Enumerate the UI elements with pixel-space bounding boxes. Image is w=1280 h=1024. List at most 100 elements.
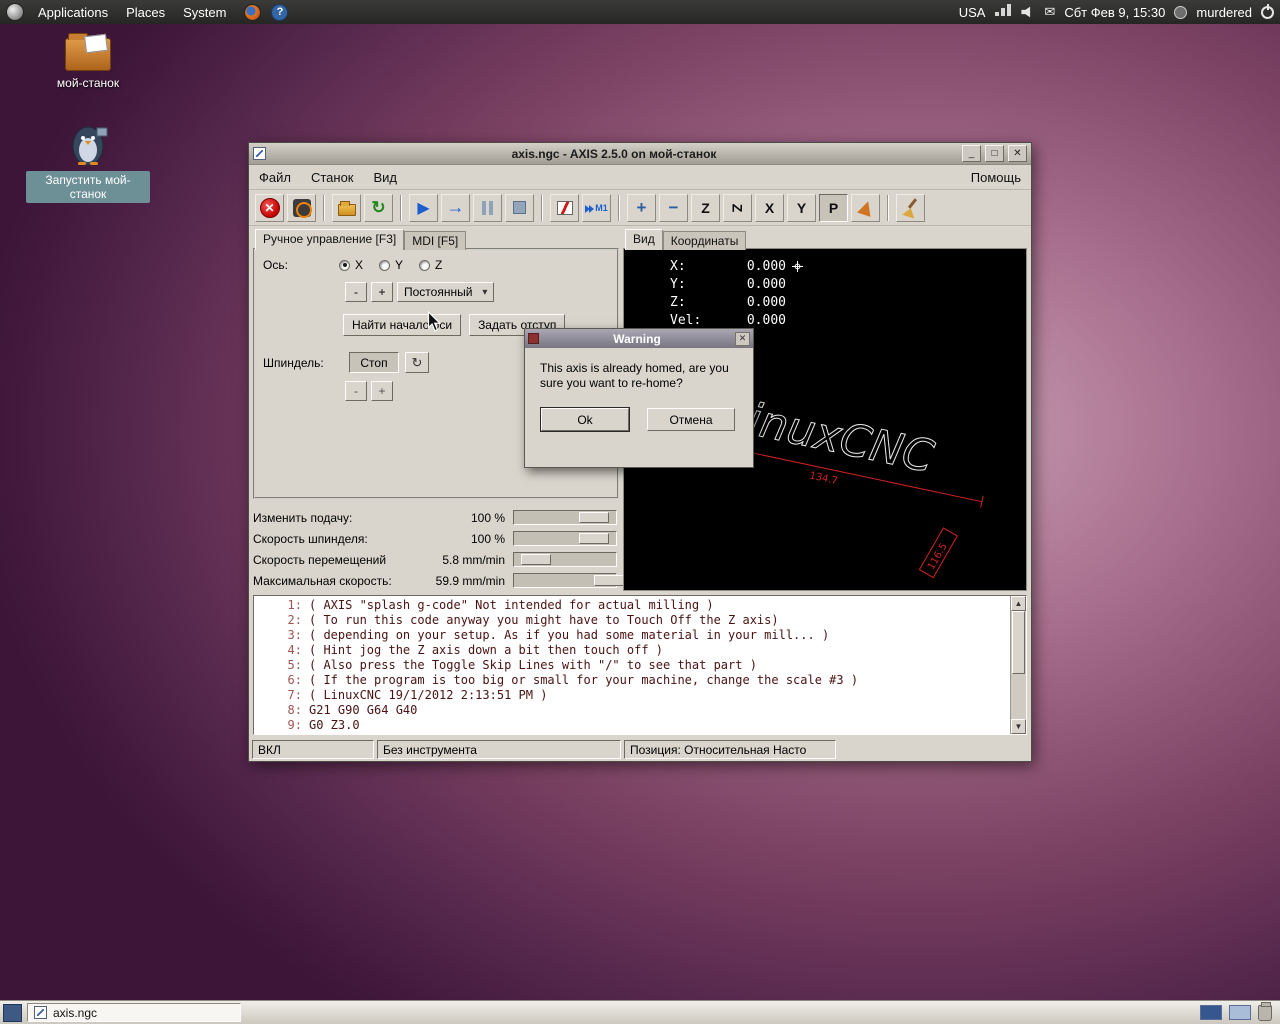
pause-button[interactable] (473, 193, 502, 222)
feed-override-slider[interactable] (513, 510, 617, 525)
top-panel: Applications Places System ? USA ✉ Сбт Ф… (0, 0, 1280, 24)
toggle-skip-lines-button[interactable] (550, 193, 579, 222)
gcode-line: 1: ( AXIS "splash g-code" Not intended fo… (254, 598, 1010, 613)
run-button[interactable]: ▶ (409, 193, 438, 222)
close-button[interactable]: ✕ (1008, 145, 1027, 162)
toggle-optional-pause-button[interactable]: M1 (582, 193, 611, 222)
max-velocity-slider[interactable] (513, 573, 624, 588)
estop-button[interactable]: ✕ (255, 193, 284, 222)
menu-system[interactable]: System (179, 5, 230, 20)
dro-vel-value: 0.000 (746, 312, 786, 328)
view-z-rotated-button[interactable]: Z (723, 193, 752, 222)
jog-minus-button[interactable]: - (345, 282, 367, 302)
desktop-icon-launch-moy-stanok[interactable]: Запустить мой-станок (26, 124, 150, 203)
axis-label: Ось: (263, 258, 288, 272)
warning-dialog: Warning ✕ This axis is already homed, ar… (524, 328, 754, 468)
menu-file[interactable]: Файл (259, 170, 291, 185)
view-z-button[interactable]: Z (691, 193, 720, 222)
menu-view[interactable]: Вид (374, 170, 398, 185)
axis-z-radio[interactable]: Z (419, 258, 442, 272)
spindle-stop-button[interactable]: Стоп (349, 352, 399, 373)
menu-places[interactable]: Places (122, 5, 169, 20)
ok-button[interactable]: Ok (541, 408, 629, 431)
desktop-icon-label: мой-станок (56, 76, 120, 90)
spindle-direction-button[interactable]: ↻ (405, 352, 429, 373)
firefox-icon[interactable] (244, 3, 262, 21)
zoom-in-icon: + (636, 197, 647, 217)
menu-machine[interactable]: Станок (311, 170, 354, 185)
show-desktop-button[interactable] (3, 1003, 22, 1022)
mail-icon[interactable]: ✉ (1044, 4, 1055, 20)
menu-help[interactable]: Помощь (971, 170, 1021, 185)
slider-thumb[interactable] (593, 575, 624, 586)
tab-mdi[interactable]: MDI [F5] (404, 231, 467, 250)
jog-speed-slider[interactable] (513, 552, 617, 567)
scroll-up-button[interactable]: ▲ (1011, 596, 1026, 611)
machine-power-button[interactable] (287, 193, 316, 222)
spindle-override-slider[interactable] (513, 531, 617, 546)
desktop-icon-moy-stanok[interactable]: мой-станок (26, 33, 150, 90)
slider-thumb[interactable] (578, 533, 609, 544)
maximize-button[interactable]: □ (985, 145, 1004, 162)
spindle-plus-button[interactable]: + (371, 381, 393, 401)
view-x-icon: X (764, 199, 775, 216)
tab-manual-control[interactable]: Ручное управление [F3] (255, 229, 405, 250)
scrollbar-track[interactable] (1011, 611, 1026, 719)
desktop: Applications Places System ? USA ✉ Сбт Ф… (0, 0, 1280, 1024)
open-file-button[interactable] (332, 193, 361, 222)
jog-increment-select[interactable]: Постоянный ▾ (397, 282, 495, 302)
tab-dro[interactable]: Координаты (662, 231, 747, 250)
scrollbar-thumb[interactable] (1012, 611, 1025, 674)
workspace-1[interactable] (1200, 1005, 1222, 1020)
gcode-listing[interactable]: 1: ( AXIS "splash g-code" Not intended fo… (253, 595, 1027, 735)
stop-button[interactable] (505, 193, 534, 222)
dialog-close-button[interactable]: ✕ (735, 331, 750, 346)
user-status-icon[interactable] (1174, 5, 1188, 19)
slider-thumb[interactable] (578, 512, 609, 523)
homed-icon (792, 260, 803, 272)
step-button[interactable]: → (441, 193, 470, 222)
zoom-in-button[interactable]: + (627, 193, 656, 222)
menu-applications[interactable]: Applications (34, 5, 112, 20)
reload-file-button[interactable]: ↻ (364, 193, 393, 222)
cancel-button[interactable]: Отмена (647, 408, 735, 431)
tab-preview[interactable]: Вид (625, 229, 663, 250)
minimize-button[interactable]: _ (962, 145, 981, 162)
clock[interactable]: Сбт Фев 9, 15:30 (1064, 5, 1165, 20)
dialog-titlebar[interactable]: Warning ✕ (525, 329, 753, 348)
bottom-taskbar: axis.ngc (0, 1000, 1280, 1024)
desktop-icon-label: Запустить мой-станок (26, 171, 150, 203)
axis-x-radio[interactable]: X (339, 258, 363, 272)
gcode-line: 3: ( depending on your setup. As if you h… (254, 628, 1010, 643)
left-tabs: Ручное управление [F3] MDI [F5] (253, 229, 619, 250)
titlebar[interactable]: axis.ngc - AXIS 2.5.0 on мой-станок _ □ … (249, 143, 1031, 165)
workspace-2[interactable] (1229, 1005, 1251, 1020)
axis-y-radio[interactable]: Y (379, 258, 403, 272)
volume-icon[interactable] (1021, 6, 1031, 18)
view-y-button[interactable]: Y (787, 193, 816, 222)
trash-icon[interactable] (1258, 1001, 1272, 1021)
dro-z: Z: 0.000 (670, 293, 803, 311)
chevron-down-icon: ▾ (482, 286, 488, 298)
keyboard-layout-indicator[interactable]: USA (959, 5, 986, 20)
rotate-view-button[interactable] (851, 193, 880, 222)
stop-icon (513, 201, 526, 214)
jog-plus-button[interactable]: + (371, 282, 393, 302)
distro-menu-icon[interactable] (6, 3, 24, 21)
spindle-minus-button[interactable]: - (345, 381, 367, 401)
dialog-app-icon (528, 333, 539, 344)
home-axis-button[interactable]: Найти начало оси (343, 314, 462, 336)
username[interactable]: murdered (1196, 5, 1252, 20)
spindle-override-value: 100 % (470, 531, 505, 546)
scroll-down-button[interactable]: ▼ (1011, 719, 1026, 734)
clear-plot-button[interactable] (896, 193, 925, 222)
view-p-button[interactable]: P (819, 193, 848, 222)
gcode-scrollbar[interactable]: ▲ ▼ (1010, 596, 1026, 734)
view-x-button[interactable]: X (755, 193, 784, 222)
taskbar-item-axis[interactable]: axis.ngc (27, 1003, 241, 1022)
zoom-out-button[interactable]: − (659, 193, 688, 222)
slider-thumb[interactable] (521, 554, 552, 565)
power-icon[interactable] (1261, 3, 1274, 19)
network-icon[interactable] (995, 4, 1012, 16)
help-icon[interactable]: ? (271, 3, 289, 21)
